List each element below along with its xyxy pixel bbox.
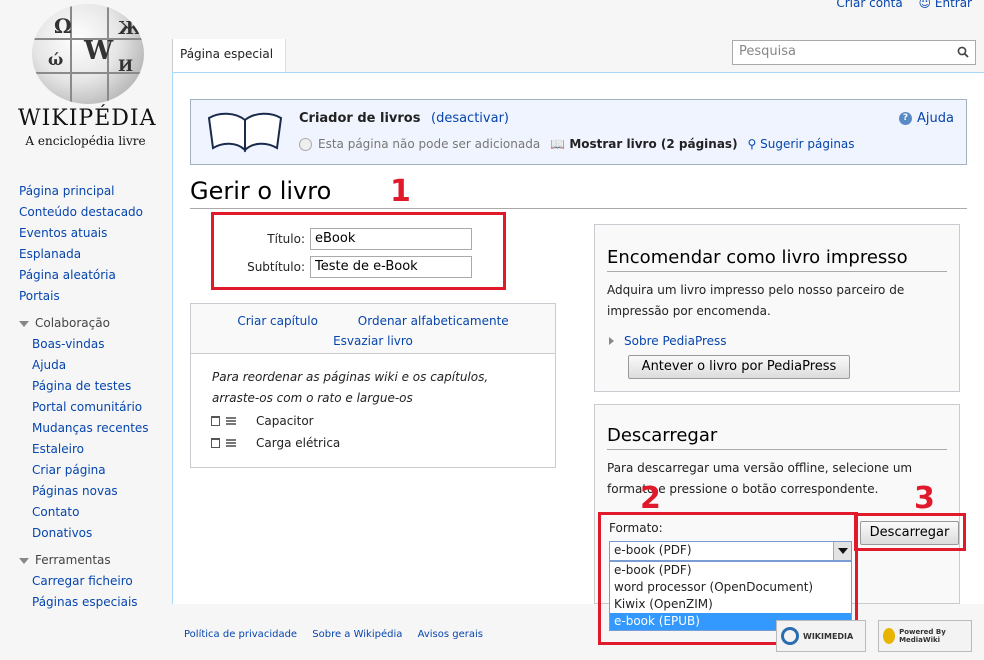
book-creator-box: Criador de livros (desactivar) ? Ajuda E… (190, 99, 967, 165)
search-icon[interactable] (957, 46, 969, 58)
sidebar-item-recent-changes[interactable]: Mudanças recentes (32, 418, 169, 439)
sidebar-item-main-page[interactable]: Página principal (19, 181, 169, 202)
search-placeholder: Pesquisa (739, 44, 796, 59)
login-link[interactable]: ☺ Entrar (919, 0, 972, 10)
sidebar-item-help[interactable]: Ajuda (32, 355, 169, 376)
list-item[interactable]: Capacitor (211, 414, 314, 428)
annotation-number-1: 1 (390, 174, 411, 209)
sidebar-item-workshop[interactable]: Estaleiro (32, 439, 169, 460)
help-icon: ? (899, 112, 913, 125)
help-label: Ajuda (917, 111, 954, 126)
reorder-hint-line: arraste-os com o rato e largue-os (212, 391, 413, 405)
privacy-link[interactable]: Política de privacidade (184, 629, 297, 640)
sidebar-item-donations[interactable]: Donativos (32, 523, 169, 544)
about-link[interactable]: Sobre a Wikipédia (312, 629, 402, 640)
sidebar-item-village-pump[interactable]: Esplanada (19, 244, 169, 265)
open-book-icon (207, 112, 283, 153)
collaboration-heading: Colaboração (35, 316, 110, 330)
about-pediapress-label: Sobre PediaPress (624, 334, 727, 348)
create-account-link[interactable]: Criar conta (836, 0, 902, 10)
wikimedia-badge[interactable]: WIKIMEDIA (776, 620, 866, 652)
sidebar-item-featured[interactable]: Conteúdo destacado (19, 202, 169, 223)
download-text-line: Para descarregar uma versão offline, sel… (607, 461, 913, 475)
reorder-hint: Para reordenar as páginas wiki e os capí… (212, 367, 512, 409)
preview-pediapress-button[interactable]: Antever o livro por PediaPress (628, 355, 850, 379)
mediawiki-badge[interactable]: Powered By MediaWiki (878, 620, 972, 652)
sidebar: Página principal Conteúdo destacado Even… (19, 181, 169, 613)
wikimedia-badge-label: WIKIMEDIA (803, 631, 854, 641)
chapter-title: Carga elétrica (256, 436, 341, 450)
sidebar-section-tools[interactable]: Ferramentas (19, 550, 169, 571)
sidebar-section-collaboration[interactable]: Colaboração (19, 313, 169, 334)
sidebar-item-current-events[interactable]: Eventos atuais (19, 223, 169, 244)
suggest-pages-label: Sugerir páginas (760, 137, 855, 151)
list-item[interactable]: Carga elétrica (211, 436, 340, 450)
search-input[interactable]: Pesquisa (732, 40, 976, 65)
footer-links: Política de privacidade Sobre a Wikipédi… (184, 629, 495, 640)
puzzle-globe-icon: Ω W Ж ώ И (32, 4, 144, 104)
collapse-triangle-icon (19, 557, 29, 564)
show-book-link[interactable]: 📖 Mostrar livro (2 páginas) (550, 137, 737, 151)
sort-alphabetically-link[interactable]: Ordenar alfabeticamente (358, 314, 509, 328)
tools-heading: Ferramentas (35, 553, 111, 567)
mediawiki-badge-label: Powered By MediaWiki (899, 628, 946, 644)
page-title: Gerir o livro (190, 176, 967, 209)
create-chapter-link[interactable]: Criar capítulo (237, 314, 318, 328)
chapter-actions: Criar capítulo Ordenar alfabeticamente E… (191, 304, 555, 354)
download-heading: Descarregar (607, 425, 947, 450)
reorder-hint-line: Para reordenar as páginas wiki e os capí… (212, 370, 489, 384)
sidebar-item-sandbox[interactable]: Página de testes (32, 376, 169, 397)
about-pediapress-link[interactable]: Sobre PediaPress (609, 334, 727, 348)
disabled-radio-icon (299, 137, 312, 151)
help-link[interactable]: ? Ajuda (899, 111, 954, 126)
book-creator-actions: Esta página não pode ser adicionada 📖 Mo… (299, 137, 855, 151)
cannot-add-text: Esta página não pode ser adicionada (318, 137, 541, 151)
sidebar-item-contact[interactable]: Contato (32, 502, 169, 523)
tab-special-page[interactable]: Página especial (172, 39, 286, 73)
sidebar-item-portals[interactable]: Portais (19, 286, 169, 307)
print-panel: Encomendar como livro impresso Adquira u… (594, 224, 960, 392)
wikimedia-logo-icon (781, 627, 799, 645)
annotation-box-1 (211, 212, 506, 290)
sidebar-item-new-pages[interactable]: Páginas novas (32, 481, 169, 502)
book-creator-title: Criador de livros (299, 111, 421, 126)
personal-links: Criar conta ☺ Entrar (824, 0, 972, 10)
print-text-line: impressão por encomenda. (607, 304, 771, 318)
content-area: Criador de livros (desactivar) ? Ajuda E… (172, 72, 984, 645)
show-book-label: Mostrar livro (2 páginas) (569, 137, 738, 151)
tools-list: Carregar ficheiro Páginas especiais (19, 571, 169, 613)
mediawiki-logo-icon (883, 628, 896, 644)
drag-handle-icon[interactable] (226, 417, 236, 425)
chapters-box: Criar capítulo Ordenar alfabeticamente E… (190, 303, 556, 468)
sidebar-item-upload[interactable]: Carregar ficheiro (32, 571, 169, 592)
wordmark: WIKIPÉDIA (18, 106, 157, 131)
annotation-number-3: 3 (914, 481, 935, 516)
bullet-arrow-icon (609, 337, 614, 345)
sidebar-item-create-page[interactable]: Criar página (32, 460, 169, 481)
annotation-box-3 (854, 513, 966, 551)
disclaimers-link[interactable]: Avisos gerais (418, 629, 483, 640)
wikipedia-logo[interactable]: Ω W Ж ώ И WIKIPÉDIA A enciclopédia livre (18, 0, 157, 155)
collapse-triangle-icon (19, 320, 29, 327)
chapter-title: Capacitor (256, 414, 314, 428)
print-description: Adquira um livro impresso pelo nosso par… (607, 280, 947, 322)
sidebar-item-special-pages[interactable]: Páginas especiais (32, 592, 169, 613)
suggest-pages-link[interactable]: ⚲ Sugerir páginas (748, 137, 855, 151)
annotation-number-2: 2 (640, 481, 661, 516)
trash-icon[interactable] (211, 416, 220, 426)
sidebar-item-random[interactable]: Página aleatória (19, 265, 169, 286)
drag-handle-icon[interactable] (226, 439, 236, 447)
empty-book-link[interactable]: Esvaziar livro (333, 334, 413, 348)
tab-label: Página especial (180, 47, 274, 61)
collaboration-list: Boas-vindas Ajuda Página de testes Porta… (19, 334, 169, 544)
print-text-line: Adquira um livro impresso pelo nosso par… (607, 283, 905, 297)
login-label: Entrar (934, 0, 972, 10)
deactivate-link[interactable]: (desactivar) (431, 111, 509, 126)
sidebar-item-welcome[interactable]: Boas-vindas (32, 334, 169, 355)
print-heading: Encomendar como livro impresso (607, 247, 947, 272)
trash-icon[interactable] (211, 438, 220, 448)
tagline: A enciclopédia livre (25, 134, 146, 148)
sidebar-item-community-portal[interactable]: Portal comunitário (32, 397, 169, 418)
